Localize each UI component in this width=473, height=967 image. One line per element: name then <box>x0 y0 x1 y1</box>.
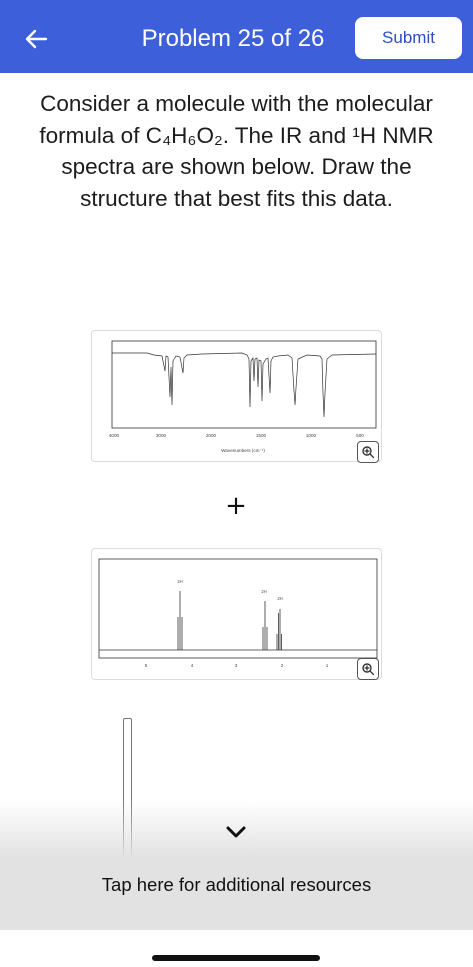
zoom-in-icon <box>362 446 375 459</box>
nmr-peak-label: 2H <box>261 589 266 594</box>
question-text: Consider a molecule with the molecular f… <box>39 91 434 211</box>
nmr-tick-label: 2 <box>281 663 284 668</box>
plus-sign: + <box>225 491 247 521</box>
resources-label: Tap here for additional resources <box>101 874 372 895</box>
ir-spectrum-image[interactable]: 4000 3000 2000 1500 1000 500 Wavenumbers… <box>91 330 382 462</box>
top-bar: Problem 25 of 26 Submit <box>0 0 473 73</box>
ir-tick-label: 2000 <box>206 433 217 438</box>
nmr-zoom-button[interactable] <box>357 658 379 680</box>
nmr-tick-label: 3 <box>235 663 238 668</box>
submit-button[interactable]: Submit <box>355 17 462 59</box>
nmr-peak-label: 2H <box>177 579 182 584</box>
ir-tick-label: 1000 <box>306 433 317 438</box>
back-button[interactable] <box>16 22 56 56</box>
nmr-tick-label: 5 <box>145 663 148 668</box>
ir-spectrum-plot: 4000 3000 2000 1500 1000 500 Wavenumbers… <box>109 340 377 453</box>
ir-tick-label: 3000 <box>156 433 167 438</box>
nmr-spectrum-plot: 2H 2H 2H 5 4 3 2 1 ppm <box>98 558 378 668</box>
additional-resources-bar[interactable]: Tap here for additional resources <box>0 858 473 930</box>
ir-tick-label: 1500 <box>256 433 267 438</box>
ir-tick-label: 500 <box>356 433 364 438</box>
nmr-tick-label: 1 <box>326 663 329 668</box>
ir-tick-label: 4000 <box>109 433 120 438</box>
nmr-spectrum-image[interactable]: 2H 2H 2H 5 4 3 2 1 ppm <box>91 548 382 680</box>
ir-zoom-button[interactable] <box>357 441 379 463</box>
home-indicator <box>152 955 320 961</box>
nmr-peak-label: 2H <box>277 596 282 601</box>
nmr-tick-label: 4 <box>191 663 194 668</box>
chevron-down-icon <box>226 826 246 838</box>
zoom-in-icon <box>362 663 375 676</box>
expand-button[interactable] <box>222 822 250 842</box>
problem-counter-title: Problem 25 of 26 <box>141 25 325 52</box>
arrow-left-icon <box>25 29 48 49</box>
ir-x-axis-label: Wavenumbers (cm⁻¹) <box>221 448 265 453</box>
